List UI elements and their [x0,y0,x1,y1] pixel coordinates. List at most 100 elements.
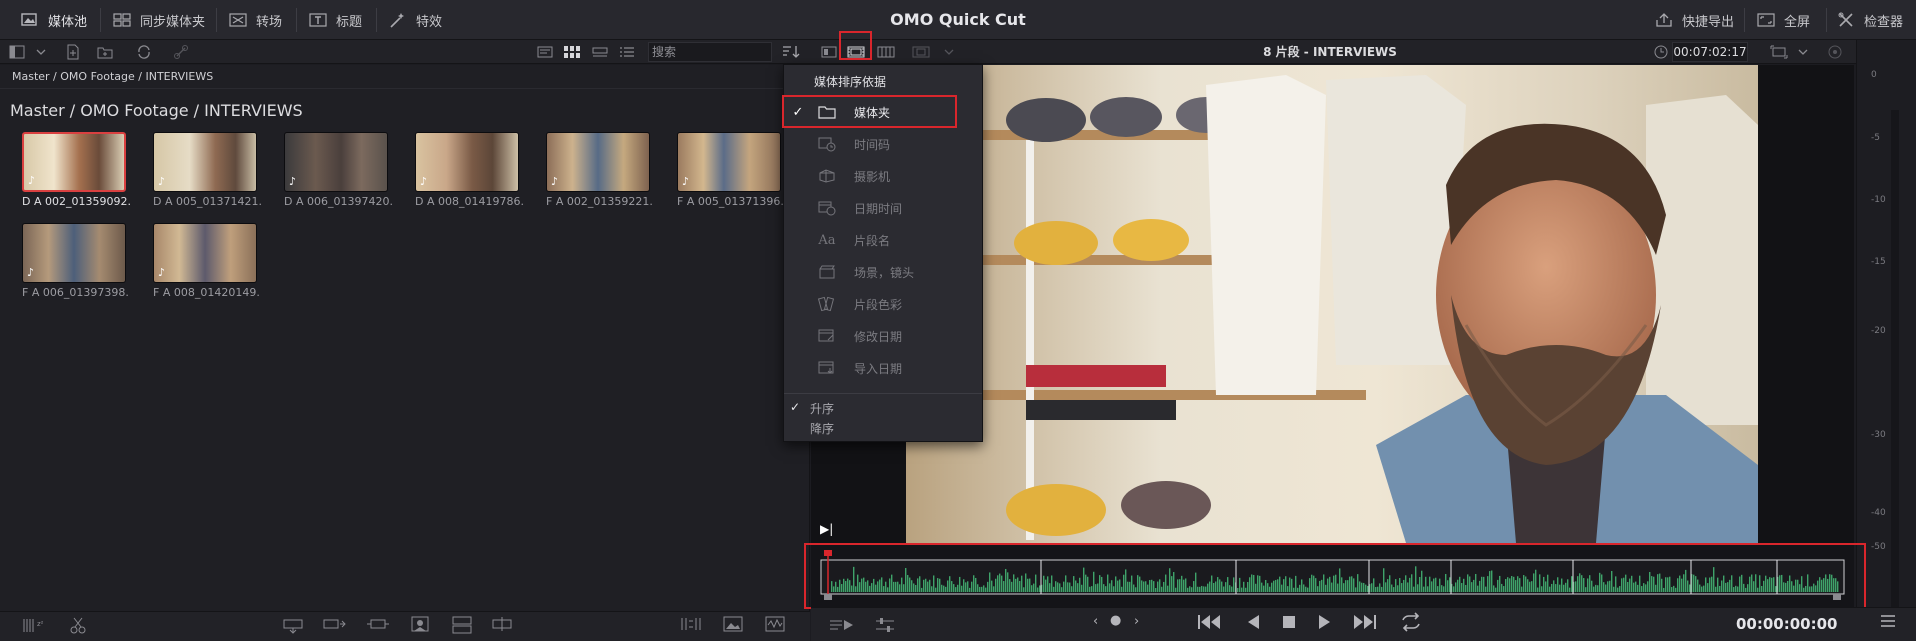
clip-thumbnail[interactable]: ♪ F A 006_01397398... [22,223,130,299]
append-icon[interactable] [322,615,346,639]
sort-by-clip-color[interactable]: 片段色彩 [784,289,982,319]
audio-note-icon: ♪ [682,175,690,188]
menu-divider [784,393,982,394]
play-reverse-icon[interactable] [1244,612,1262,636]
clip-thumbnail[interactable]: ♪ D A 006_01397420... [284,132,392,208]
clip-thumbnail[interactable]: ♪ D A 005_01371421... [153,132,261,208]
menu-item-label: 片段名 [854,233,891,248]
chevron-down-icon[interactable] [940,43,958,61]
stop-icon[interactable] [1280,612,1298,636]
inspector-tools-icon [1836,10,1856,30]
inspector-button[interactable]: 检查器 [1836,0,1903,40]
link-icon[interactable] [172,43,190,61]
list-view-icon[interactable] [618,43,636,61]
smart-insert-icon[interactable] [281,615,305,639]
media-pool-label: 媒体池 [48,14,88,30]
sort-by-import-date[interactable]: 导入日期 [784,353,982,383]
color-picker-icon[interactable] [1826,43,1844,61]
import-date-icon [812,360,842,376]
waveform-timeline[interactable] [811,545,1854,607]
close-up-icon[interactable] [408,613,432,639]
fullscreen-button[interactable]: 全屏 [1756,0,1810,40]
audio-note-icon: ♪ [27,266,35,279]
trim-editor-icon[interactable] [828,615,856,639]
sort-by-scene-shot[interactable]: 场景，镜头 [784,257,982,287]
meter-tick: 0 [1871,70,1877,80]
waveform-view-icon[interactable] [764,615,786,637]
menu-icon[interactable] [1880,614,1896,632]
source-timecode: 00:07:02:17 [1672,42,1748,62]
safe-area-icon[interactable] [912,43,930,61]
clip-thumbnail[interactable]: ♪ F A 005_01371396... [677,132,785,208]
adjust-icon[interactable] [874,615,896,639]
viewer-mode-icon[interactable] [820,43,838,61]
clip-name: F A 008_01420149... [153,286,261,299]
clip-name-icon: Aa [818,232,836,248]
effects-label: 特效 [416,14,443,30]
play-icon[interactable] [1316,612,1334,636]
skip-to-end-icon[interactable] [1350,612,1378,636]
transitions-button[interactable]: 转场 [228,0,282,40]
menu-item-label: 时间码 [854,137,891,152]
clip-color-icon [812,296,842,312]
skip-to-start-icon[interactable] [1196,612,1224,636]
tape-view-icon[interactable] [877,43,895,61]
source-overwrite-icon[interactable] [490,615,514,639]
clip-stack-icon[interactable]: z² [22,616,48,638]
loop-icon[interactable] [1398,612,1424,636]
ripple-overwrite-icon[interactable] [366,615,390,639]
quick-export-button[interactable]: 快捷导出 [1654,0,1734,40]
app-title: OMO Quick Cut [890,10,1026,29]
sort-by-bin[interactable]: ✓ 媒体夹 [784,97,982,127]
sort-icon[interactable] [782,43,800,61]
audio-note-icon: ♪ [158,266,166,279]
audio-note-icon: ♪ [420,175,428,188]
thumbnail-view-icon[interactable] [563,43,581,61]
audio-view-icon[interactable] [680,615,702,637]
media-pool-button[interactable]: 媒体池 [20,0,87,40]
new-bin-icon[interactable] [96,43,114,61]
place-on-top-icon[interactable] [450,615,474,639]
secondary-toolbar [0,40,1916,64]
clip-image: ♪ [153,132,257,192]
next-clip-icon[interactable]: › [1134,614,1139,629]
scissors-icon[interactable] [70,616,86,638]
image-view-icon[interactable] [722,615,744,637]
clip-thumbnail[interactable]: ♪ F A 008_01420149... [153,223,261,299]
sort-menu-header: 媒体排序依据 [814,75,887,89]
search-input[interactable]: 搜索 [648,42,772,62]
panel-toggle-icon[interactable] [8,43,26,61]
sort-by-timecode[interactable]: 时间码 [784,129,982,159]
audio-meter [1891,110,1899,630]
effects-wand-icon [388,10,408,30]
go-to-end-icon[interactable]: ▶| [820,522,833,536]
titles-button[interactable]: 标题 [308,0,362,40]
chevron-down-icon[interactable] [1794,43,1812,61]
sort-descending[interactable]: 降序 [810,420,834,437]
breadcrumb[interactable]: Master / OMO Footage / INTERVIEWS [0,65,810,89]
clip-thumbnail[interactable]: ♪ D A 008_01419786... [415,132,523,208]
sort-by-datetime[interactable]: 日期时间 [784,193,982,223]
sync-bin-button[interactable]: 同步媒体夹 [112,0,205,40]
sort-ascending[interactable]: 升序 [810,400,834,417]
menu-item-label: 媒体夹 [854,105,891,120]
sort-by-clip-name[interactable]: Aa 片段名 [784,225,982,255]
clip-thumbnail[interactable]: ♪ F A 002_01359221... [546,132,654,208]
clip-thumbnail[interactable]: ♪ D A 002_01359092... [22,132,130,208]
sync-icon[interactable] [135,43,153,61]
jog-dot-icon[interactable]: ● [1110,613,1121,628]
metadata-view-icon[interactable] [536,43,554,61]
prev-clip-icon[interactable]: ‹ [1093,614,1098,629]
effects-button[interactable]: 特效 [388,0,442,40]
clip-image: ♪ [22,223,126,283]
chevron-down-icon[interactable] [32,43,50,61]
strip-view-icon[interactable] [591,43,609,61]
sort-by-camera[interactable]: 摄影机 [784,161,982,191]
video-frame[interactable] [906,65,1758,543]
import-media-icon[interactable] [64,43,82,61]
filmstrip-view-icon[interactable] [847,43,865,61]
sort-by-modified-date[interactable]: 修改日期 [784,321,982,351]
export-icon [1654,10,1674,30]
zoom-fit-icon[interactable] [1770,43,1788,61]
clip-name: D A 008_01419786... [415,195,523,208]
